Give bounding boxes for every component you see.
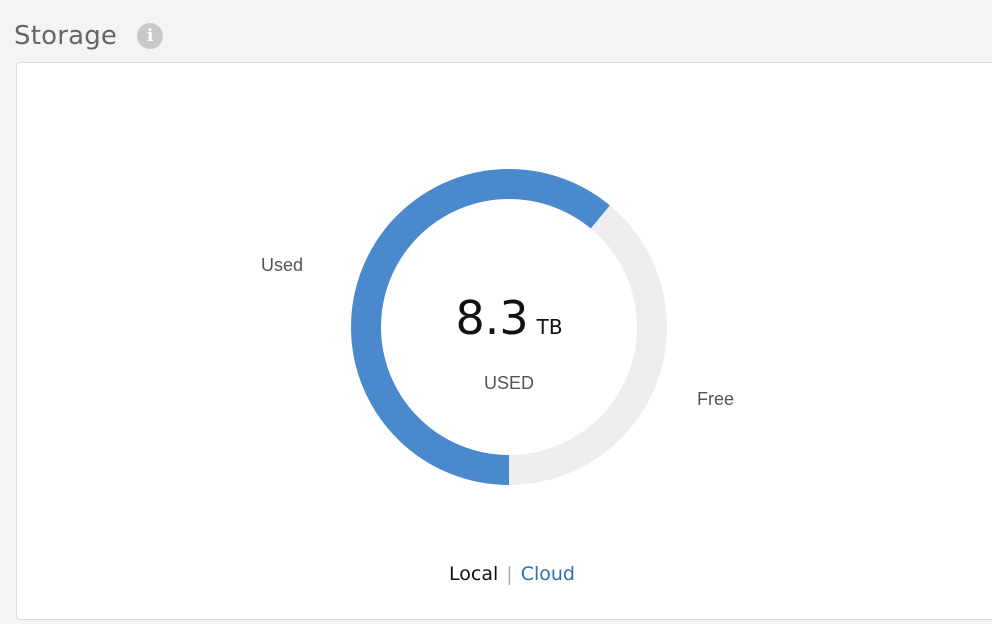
widget-header: Storage i [14, 13, 164, 59]
storage-card: Used Free 8.3 TB USED Local | Cloud [16, 62, 992, 620]
used-label: Used [261, 255, 304, 275]
switcher-separator: | [506, 563, 513, 585]
storage-location-switcher: Local | Cloud [357, 563, 667, 585]
storage-unit: TB [536, 315, 563, 339]
storage-value: 8.3 TB [409, 291, 609, 345]
storage-amount: 8.3 [455, 291, 529, 345]
cloud-tab[interactable]: Cloud [521, 563, 575, 585]
info-icon[interactable]: i [137, 23, 164, 49]
widget-title: Storage [14, 21, 118, 51]
used-caption: USED [483, 373, 534, 393]
local-tab[interactable]: Local [449, 563, 498, 585]
free-label: Free [697, 389, 735, 409]
